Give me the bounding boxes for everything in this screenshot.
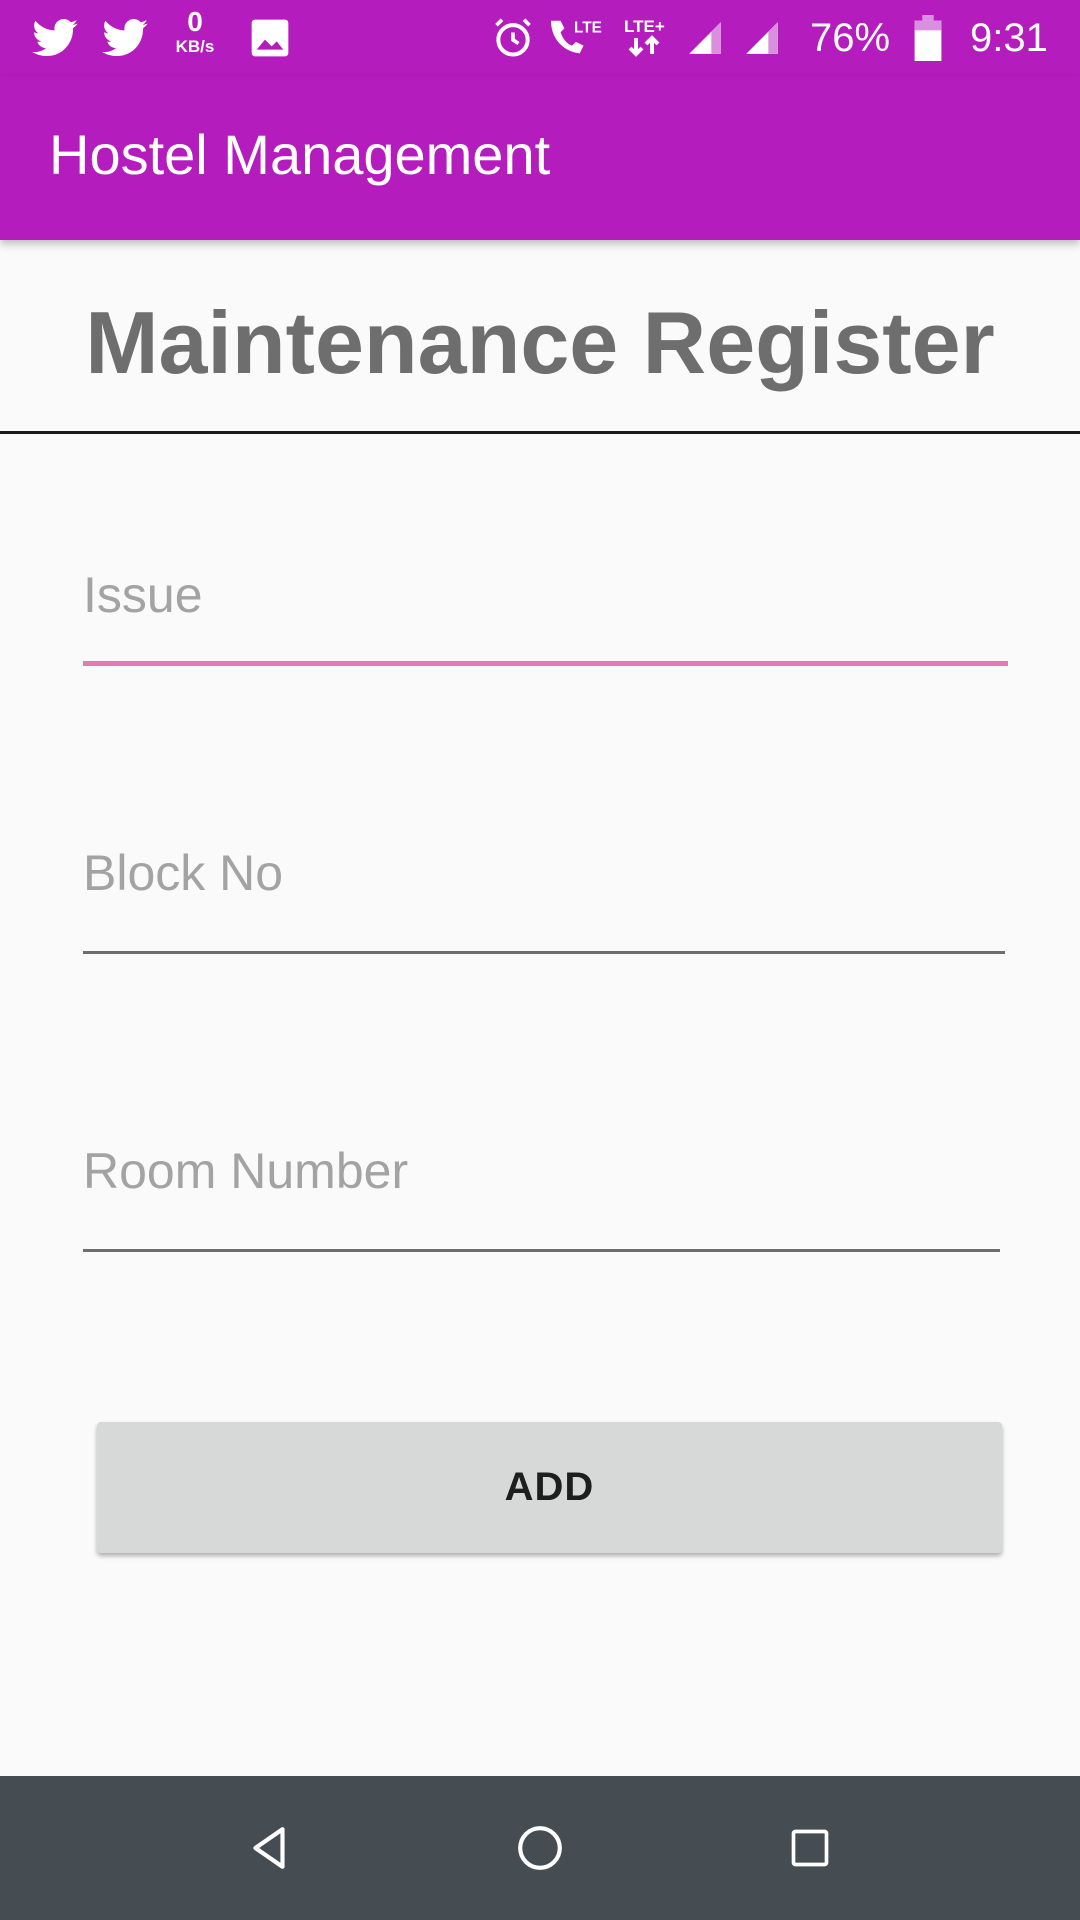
- block-no-underline: [83, 951, 1005, 954]
- battery-icon: [910, 10, 946, 66]
- data-speed-unit: KB/s: [175, 37, 215, 56]
- twitter-icon: [30, 10, 80, 66]
- back-icon[interactable]: [230, 1808, 310, 1888]
- recents-icon[interactable]: [770, 1808, 850, 1888]
- issue-field[interactable]: [83, 560, 1008, 666]
- alarm-icon: [490, 10, 536, 66]
- room-number-underline: [83, 1249, 1000, 1252]
- app-title: Hostel Management: [49, 123, 551, 186]
- app-bar: Hostel Management: [0, 76, 1080, 240]
- lte-plus-data-icon: LTE+: [620, 10, 676, 66]
- lte-plus-label: LTE+: [624, 17, 665, 36]
- block-no-input[interactable]: [83, 838, 1005, 908]
- home-icon[interactable]: [500, 1808, 580, 1888]
- volte-call-icon: LTE: [544, 10, 604, 66]
- room-number-field[interactable]: [83, 1136, 1000, 1252]
- image-icon: [248, 10, 292, 66]
- signal-icon: [685, 10, 725, 66]
- page-title: Maintenance Register: [85, 293, 995, 392]
- heading-divider: [0, 431, 1080, 434]
- status-bar: 0 KB/s LTE LTE+ 76% 9:31: [0, 0, 1080, 76]
- navigation-bar: [0, 1776, 1080, 1920]
- issue-input[interactable]: [83, 560, 1008, 630]
- room-number-input[interactable]: [83, 1136, 1000, 1206]
- block-no-field[interactable]: [83, 838, 1005, 954]
- battery-percent: 76%: [810, 16, 891, 60]
- data-speed-value: 0: [187, 6, 203, 37]
- add-button[interactable]: ADD: [97, 1422, 1002, 1553]
- signal-icon: [742, 10, 782, 66]
- clock: 9:31: [970, 16, 1048, 60]
- twitter-icon: [100, 10, 150, 66]
- lte-label: LTE: [574, 19, 602, 36]
- issue-underline: [83, 661, 1008, 666]
- data-speed-indicator: 0 KB/s: [165, 8, 225, 68]
